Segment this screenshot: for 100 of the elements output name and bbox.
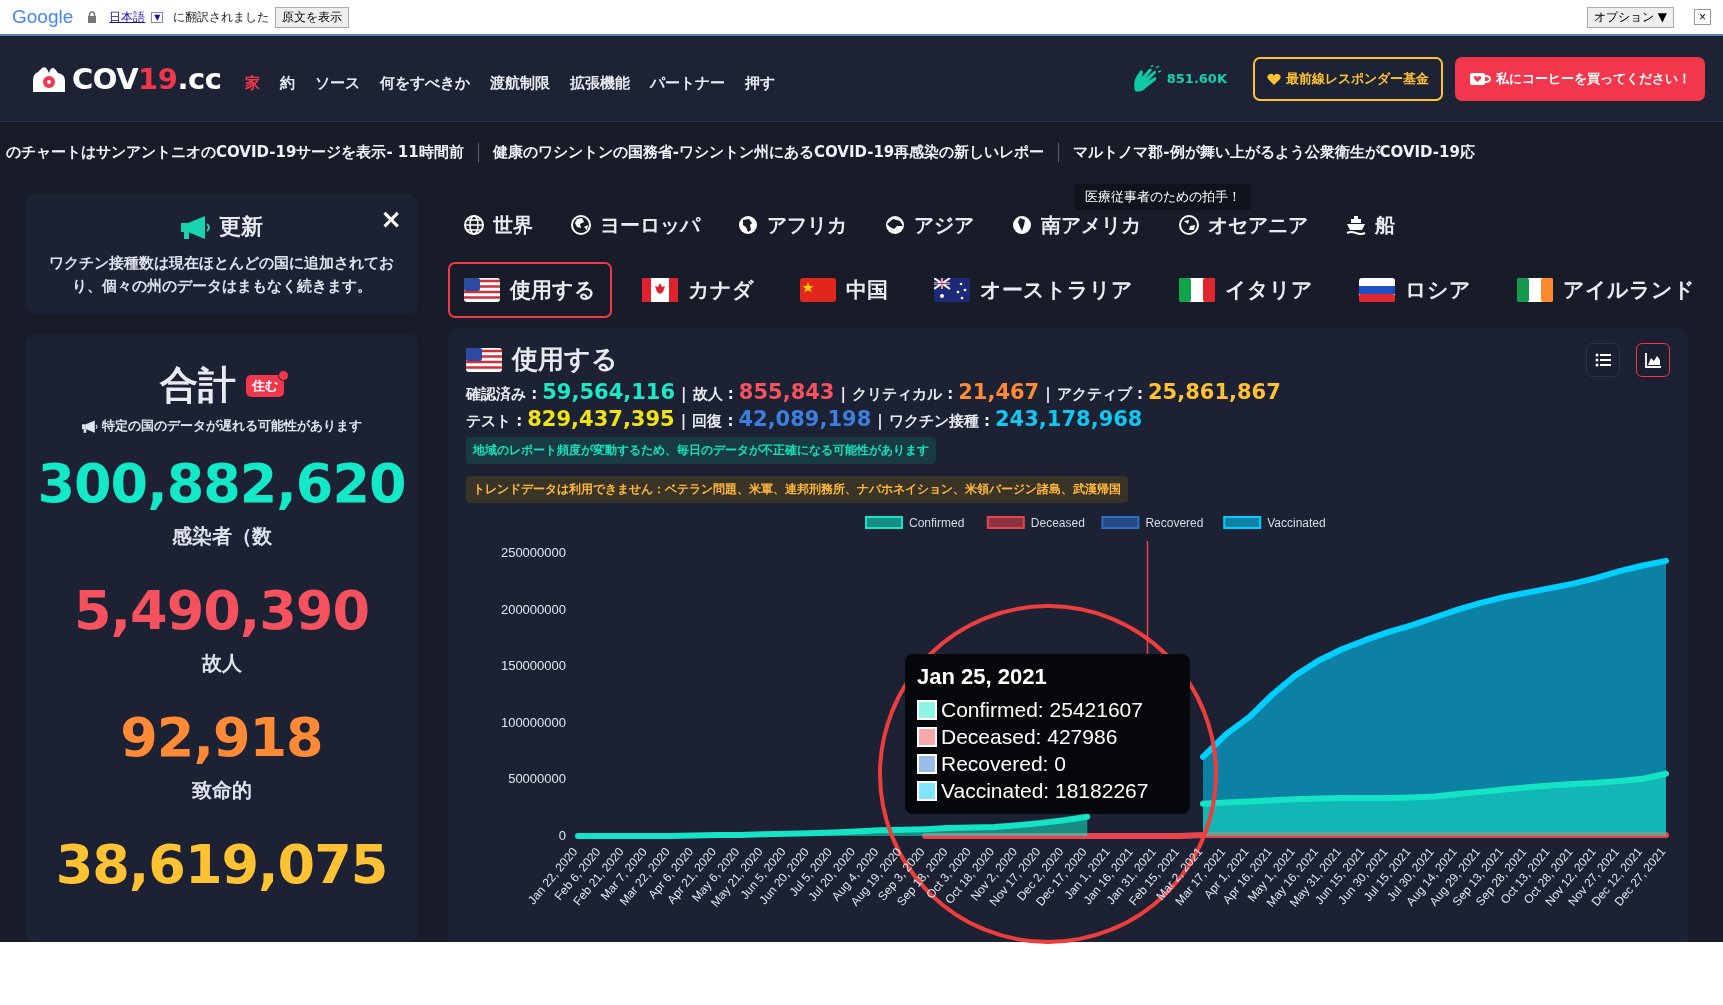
nav-link[interactable]: ソース: [315, 74, 361, 93]
coffee-button[interactable]: 私にコーヒーを買ってください！: [1455, 56, 1705, 101]
axis-tick-label: 100000000: [500, 714, 566, 730]
stat-value: 92,918: [120, 705, 323, 771]
legend-label: Confirmed: [909, 516, 965, 530]
megaphone-icon: [180, 215, 211, 239]
megaphone-icon: [81, 419, 98, 433]
fund-button[interactable]: 最前線レスポンダー基金: [1253, 56, 1443, 101]
country-title: 使用する: [512, 343, 618, 376]
notification-dot: [277, 369, 289, 381]
stat-value: 829,437,395: [527, 407, 675, 431]
stat-label: 確認済み :: [466, 385, 538, 404]
country-tab[interactable]: イタリア: [1163, 262, 1329, 318]
canada-flag-icon: [642, 278, 678, 302]
legend-item: Vaccinated: [1223, 516, 1326, 530]
stat-label: 故人: [201, 650, 242, 677]
stat-label: 回復 :: [692, 412, 734, 431]
region-tab[interactable]: ヨーロッパ: [571, 211, 700, 239]
close-button[interactable]: ×: [376, 204, 406, 234]
axis-tick-label: 0: [558, 828, 566, 843]
stat-value: 59,564,116: [542, 380, 676, 404]
nav-link[interactable]: 拡張機能: [570, 74, 631, 93]
country-tab[interactable]: ロシア: [1343, 262, 1487, 318]
globe-icon: [885, 215, 905, 235]
legend-label: Deceased: [1030, 516, 1085, 530]
stat-label: 致命的: [191, 777, 252, 804]
region-tab[interactable]: 世界: [464, 211, 533, 239]
dropdown-button[interactable]: ▼: [151, 11, 164, 23]
nav-link[interactable]: パートナー: [650, 74, 726, 93]
china-flag-icon: [800, 278, 836, 302]
stat-label: 故人 :: [692, 385, 734, 404]
separator: |: [681, 385, 687, 403]
stat-label: アクティブ :: [1056, 385, 1143, 404]
stat-label: ワクチン接種 :: [888, 412, 990, 431]
chart-view-button[interactable]: [1636, 342, 1670, 377]
totals-title: 合計: [159, 362, 236, 409]
region-tab[interactable]: 船: [1346, 211, 1395, 239]
globe-icon: [1179, 215, 1199, 235]
country-tab[interactable]: アイルランド: [1501, 262, 1711, 318]
update-title: 更新: [218, 213, 263, 241]
site-logo[interactable]: COV19.cc: [72, 61, 222, 96]
us-flag-icon: [466, 347, 502, 372]
ireland-flag-icon: [1517, 278, 1553, 302]
legend-item: Recovered: [1101, 516, 1204, 530]
list-view-button[interactable]: [1586, 342, 1620, 377]
close-button[interactable]: ×: [1694, 9, 1711, 25]
nav-link[interactable]: 約: [280, 74, 296, 93]
news-headline[interactable]: マルトノマ郡-例が舞い上がるよう公衆衛生がCOVID-19応: [1058, 142, 1489, 162]
stat-value: 25,861,867: [1147, 380, 1281, 404]
tooltip-title: Jan 25, 2021: [917, 664, 1048, 690]
stat-value: 5,490,390: [73, 578, 369, 644]
region-tab[interactable]: アジア: [885, 211, 974, 239]
russia-flag-icon: [1359, 278, 1395, 302]
options-button[interactable]: オプション ▼: [1586, 6, 1674, 28]
nav-link[interactable]: 何をすべきか: [380, 74, 471, 93]
nav-link[interactable]: 渡航制限: [490, 74, 551, 93]
country-tab[interactable]: 中国: [784, 262, 904, 318]
region-tab[interactable]: 南アメリカ: [1012, 211, 1141, 239]
italy-flag-icon: [1179, 278, 1215, 302]
delay-note: 特定の国のデータが遅れる可能性があります: [101, 417, 362, 435]
tooltip-value: Recovered: 0: [941, 751, 1066, 777]
us-flag-icon: [464, 278, 500, 302]
show-original-button[interactable]: 原文を表示: [275, 6, 350, 28]
globe-icon: [738, 215, 758, 235]
stat-label: クリティカル :: [851, 385, 954, 404]
axis-tick-label: 50000000: [508, 771, 566, 787]
axis-tick-label: 250000000: [500, 545, 566, 560]
nav-link[interactable]: 家: [245, 74, 261, 93]
stat-value: 855,843: [738, 380, 835, 404]
info-notice: 地域のレポート頻度が変動するため、毎日のデータが不正確になる可能性があります: [466, 437, 936, 464]
nav-link[interactable]: 押す: [745, 74, 776, 93]
stat-value: 42,089,198: [738, 407, 872, 431]
axis-tick-label: 150000000: [500, 658, 566, 674]
stat-value: 243,178,968: [995, 407, 1143, 431]
news-headline[interactable]: 健康のワシントンの国務省-ワシントン州にあるCOVID-19再感染の新しいレポー: [477, 142, 1059, 162]
news-headline[interactable]: のチャートはサンアントニオのCOVID-19サージを表示- 11時間前: [0, 142, 478, 162]
coffee-cup-icon: [1469, 70, 1491, 87]
country-tab[interactable]: カナダ: [626, 262, 770, 318]
stat-value: 38,619,075: [55, 832, 388, 898]
translation-message: に翻訳されました: [173, 8, 270, 26]
country-tab[interactable]: 使用する: [448, 262, 612, 318]
stat-label: 感染者（数: [171, 523, 272, 550]
google-logo: Google: [12, 6, 74, 28]
tooltip-value: Deceased: 427986: [941, 724, 1118, 750]
stat-value: 300,882,620: [37, 451, 406, 517]
heart-icon: [1267, 72, 1281, 85]
applause-count: 851.60K: [1166, 71, 1227, 86]
separator: |: [840, 385, 846, 403]
lock-icon: [87, 11, 98, 23]
language-link[interactable]: 日本語: [109, 8, 146, 26]
ship-icon: [1346, 215, 1366, 235]
country-tab[interactable]: オーストラリア: [918, 262, 1149, 318]
globe-icon: [571, 215, 591, 235]
warning-notice: トレンドデータは利用できません：ベテラン問題、米軍、連邦刑務所、ナバホネイション、米領バージン諸島、武漢帰国: [466, 476, 1128, 503]
separator: |: [1045, 385, 1051, 403]
axis-tick-label: 200000000: [500, 601, 566, 617]
separator: |: [877, 412, 883, 430]
region-tab[interactable]: オセアニア: [1179, 211, 1308, 239]
tooltip-value: Vaccinated: 18182267: [941, 778, 1149, 804]
region-tab[interactable]: アフリカ: [738, 211, 847, 239]
